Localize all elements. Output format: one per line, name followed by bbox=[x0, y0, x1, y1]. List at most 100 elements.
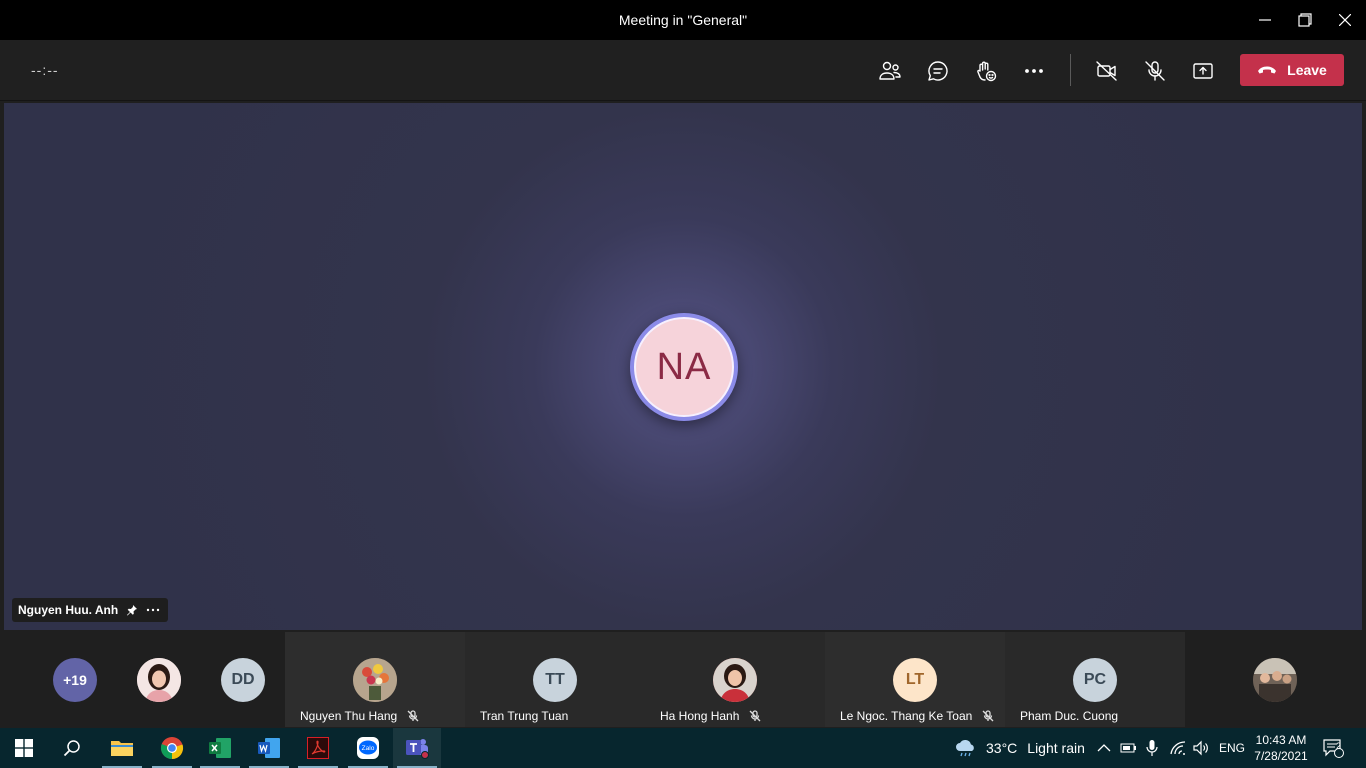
toolbar-divider bbox=[1070, 54, 1071, 86]
zalo-icon: Zalo bbox=[357, 737, 379, 759]
raise-hand-icon bbox=[977, 61, 997, 82]
taskbar-chrome[interactable] bbox=[148, 728, 196, 768]
participant-name-row: Tran Trung Tuan bbox=[480, 709, 568, 723]
participant-name-row: Le Ngoc. Thang Ke Toan bbox=[840, 709, 994, 723]
participant-avatar: PC bbox=[1073, 658, 1117, 702]
more-participants-badge[interactable]: +19 bbox=[53, 658, 97, 702]
taskbar-excel[interactable] bbox=[196, 728, 244, 768]
participant-strip: +19 DD Nguyen Thu Hang TT Tran Trung Tua… bbox=[0, 632, 1366, 727]
network-indicator[interactable] bbox=[1169, 728, 1187, 768]
title-bar: Meeting in "General" bbox=[0, 0, 1366, 40]
participant-avatar: TT bbox=[533, 658, 577, 702]
share-tray-icon bbox=[1193, 63, 1213, 79]
weather-temp: 33°C bbox=[986, 740, 1018, 756]
more-icon bbox=[1025, 69, 1043, 73]
folder-icon bbox=[111, 741, 133, 756]
svg-text:Zalo: Zalo bbox=[362, 745, 375, 752]
weather-widget[interactable]: 33°C Light rain bbox=[954, 728, 1085, 768]
participant-tile[interactable]: Ha Hong Hanh bbox=[645, 632, 825, 727]
participant-name-row: Pham Duc. Cuong bbox=[1020, 709, 1118, 723]
taskbar-word[interactable] bbox=[245, 728, 293, 768]
microphone-icon bbox=[1146, 740, 1158, 756]
person-photo-icon bbox=[137, 658, 181, 702]
self-view-avatar[interactable] bbox=[1253, 658, 1297, 702]
wifi-icon bbox=[1170, 741, 1186, 755]
speaker-avatar: NA bbox=[630, 313, 738, 421]
more-actions-button[interactable] bbox=[1017, 54, 1051, 88]
clock[interactable]: 10:43 AM 7/28/2021 bbox=[1250, 732, 1312, 764]
participant-initials-avatar[interactable]: DD bbox=[221, 658, 265, 702]
start-button[interactable] bbox=[0, 728, 48, 768]
participant-name: Le Ngoc. Thang Ke Toan bbox=[840, 709, 973, 723]
group-photo-icon bbox=[1253, 658, 1297, 702]
mic-off-icon bbox=[982, 710, 994, 722]
mic-off-icon bbox=[1145, 61, 1165, 81]
hang-up-icon bbox=[1258, 66, 1277, 74]
pin-icon bbox=[127, 605, 138, 616]
volume-indicator[interactable] bbox=[1192, 728, 1210, 768]
windows-taskbar: Zalo 33°C Light rain ENG 10:43 AM 7/28/2 bbox=[0, 728, 1366, 768]
clock-date: 7/28/2021 bbox=[1254, 749, 1308, 763]
clock-time: 10:43 AM bbox=[1255, 733, 1307, 747]
reactions-button[interactable] bbox=[969, 54, 1003, 88]
weather-desc: Light rain bbox=[1027, 740, 1085, 756]
show-hidden-icons-button[interactable] bbox=[1097, 728, 1111, 768]
minimize-icon bbox=[1259, 19, 1271, 21]
search-icon bbox=[63, 740, 80, 757]
excel-icon bbox=[209, 738, 231, 758]
taskbar-teams[interactable] bbox=[393, 728, 441, 768]
taskbar-acrobat[interactable] bbox=[294, 728, 342, 768]
mic-toggle-button[interactable] bbox=[1138, 54, 1172, 88]
meeting-timer: --:-- bbox=[31, 62, 59, 78]
window-title: Meeting in "General" bbox=[618, 12, 748, 28]
participant-tile[interactable]: TT Tran Trung Tuan bbox=[465, 632, 645, 727]
flowers-photo-icon bbox=[353, 658, 397, 702]
participant-photo-avatar[interactable] bbox=[137, 658, 181, 702]
notification-center-button[interactable]: 2 bbox=[1322, 728, 1344, 768]
participant-tile[interactable]: Nguyen Thu Hang bbox=[285, 632, 465, 727]
restore-icon bbox=[1298, 13, 1312, 27]
people-icon bbox=[879, 61, 901, 80]
participant-tile[interactable]: LT Le Ngoc. Thang Ke Toan bbox=[825, 632, 1005, 727]
participant-tile[interactable]: PC Pham Duc. Cuong bbox=[1005, 632, 1185, 727]
acrobat-icon bbox=[307, 737, 329, 759]
microphone-indicator[interactable] bbox=[1146, 728, 1158, 768]
battery-indicator[interactable] bbox=[1120, 728, 1138, 768]
camera-off-icon bbox=[1096, 61, 1117, 81]
speaker-icon bbox=[1193, 740, 1208, 756]
rain-cloud-icon bbox=[956, 740, 974, 757]
participant-name-row: Nguyen Thu Hang bbox=[300, 709, 419, 723]
person-photo-icon bbox=[713, 658, 757, 702]
chat-icon bbox=[928, 61, 948, 81]
participant-name: Nguyen Thu Hang bbox=[300, 709, 398, 723]
more-options-icon[interactable] bbox=[146, 608, 160, 612]
speaker-name: Nguyen Huu. Anh bbox=[18, 603, 119, 617]
camera-toggle-button[interactable] bbox=[1090, 54, 1124, 88]
teams-icon bbox=[406, 739, 429, 759]
close-icon bbox=[1339, 14, 1351, 26]
mic-off-icon bbox=[749, 710, 761, 722]
chat-button[interactable] bbox=[921, 54, 955, 88]
participant-name-row: Ha Hong Hanh bbox=[660, 709, 761, 723]
share-screen-button[interactable] bbox=[1186, 54, 1220, 88]
meeting-toolbar: --:-- bbox=[0, 40, 1366, 101]
participants-button[interactable] bbox=[873, 54, 907, 88]
search-button[interactable] bbox=[48, 728, 96, 768]
taskbar-zalo[interactable]: Zalo bbox=[344, 728, 392, 768]
participant-name: Tran Trung Tuan bbox=[480, 709, 569, 723]
mic-off-icon bbox=[407, 710, 419, 722]
taskbar-file-explorer[interactable] bbox=[98, 728, 146, 768]
battery-icon bbox=[1120, 743, 1136, 753]
participant-avatar bbox=[713, 658, 757, 702]
chrome-icon bbox=[160, 737, 184, 760]
participant-name: Pham Duc. Cuong bbox=[1020, 709, 1119, 723]
speaker-name-chip[interactable]: Nguyen Huu. Anh bbox=[12, 598, 169, 622]
close-button[interactable] bbox=[1322, 0, 1366, 40]
leave-label: Leave bbox=[1287, 62, 1327, 78]
input-language[interactable]: ENG bbox=[1219, 728, 1245, 768]
participant-avatar: LT bbox=[893, 658, 937, 702]
leave-button[interactable]: Leave bbox=[1240, 54, 1344, 86]
participant-name: Ha Hong Hanh bbox=[660, 709, 740, 723]
notification-count: 2 bbox=[1336, 741, 1342, 751]
word-icon bbox=[258, 738, 280, 758]
